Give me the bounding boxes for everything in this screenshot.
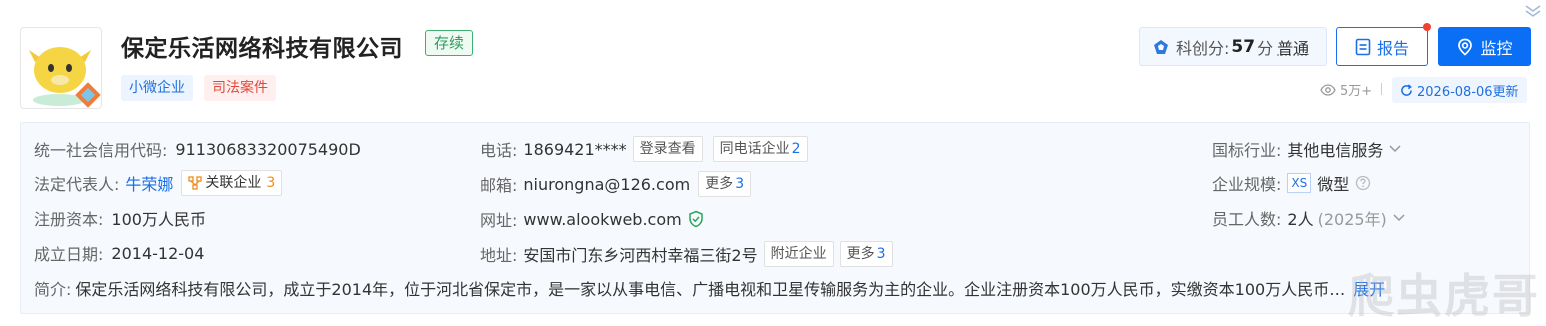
founded-label: 成立日期: — [34, 245, 104, 264]
notification-dot — [1423, 23, 1431, 31]
help-circle-icon[interactable] — [1355, 175, 1371, 191]
refresh-icon — [1401, 83, 1412, 96]
tag-judicial-cases[interactable]: 司法案件 — [204, 75, 276, 101]
email-more-button[interactable]: 更多 3 — [698, 171, 752, 197]
update-text: 2026-08-06更新 — [1417, 84, 1519, 100]
scale-badge: XS — [1287, 173, 1312, 193]
status-badge: 存续 — [425, 30, 474, 56]
address-more-button[interactable]: 更多 3 — [839, 241, 893, 267]
chevron-down-icon — [1393, 214, 1405, 222]
capital-row: 注册资本: 100万人民币 — [34, 206, 206, 230]
intro-label: 简介: — [34, 280, 72, 299]
website-link[interactable]: www.alookweb.com — [523, 210, 681, 229]
related-network-icon — [188, 176, 203, 190]
credit-code-value: 91130683320075490D — [175, 139, 361, 159]
phone-value: 1869421**** — [523, 139, 627, 159]
legal-rep-row: 法定代表人: 牛荣娜 关联企业 3 — [34, 170, 283, 196]
score-label: 科创分: — [1176, 38, 1230, 58]
chevron-down-icon — [1389, 145, 1401, 153]
address-more-count: 3 — [876, 246, 886, 262]
founded-row: 成立日期: 2014-12-04 — [34, 241, 204, 265]
view-count-text: 5万+ — [1340, 84, 1373, 99]
staff-label: 员工人数: — [1212, 210, 1282, 229]
score-value: 57 — [1231, 36, 1256, 57]
corner-expand-icon[interactable] — [1524, 2, 1542, 18]
related-companies-button[interactable]: 关联企业 3 — [181, 170, 283, 196]
same-phone-label: 同电话企业 — [719, 141, 790, 157]
divider — [1381, 83, 1382, 95]
legal-rep-link[interactable]: 牛荣娜 — [125, 171, 173, 195]
scale-row: 企业规模: XS 微型 — [1212, 171, 1371, 195]
capital-label: 注册资本: — [34, 210, 104, 229]
score-unit: 分 — [1257, 38, 1274, 58]
email-row: 邮箱: niurongna@126.com 更多 3 — [480, 171, 752, 197]
view-count: 5万+ — [1320, 80, 1372, 99]
company-name: 保定乐活网络科技有限公司 — [121, 36, 403, 62]
mascot-logo — [29, 47, 101, 108]
website-label: 网址: — [480, 211, 518, 230]
address-row: 地址: 安国市门东乡河西村幸福三街2号 附近企业 更多 3 — [480, 241, 893, 267]
phone-row: 电话: 1869421**** 登录查看 同电话企业 2 — [480, 136, 808, 162]
phone-label: 电话: — [480, 141, 518, 160]
scale-label: 企业规模: — [1212, 175, 1282, 194]
founded-value: 2014-12-04 — [111, 243, 205, 263]
diamond-icon — [1154, 39, 1168, 54]
email-label: 邮箱: — [480, 176, 518, 195]
credit-code-label: 统一社会信用代码: — [34, 141, 168, 160]
intro-row: 简介: 保定乐活网络科技有限公司，成立于2014年，位于河北省保定市，是一家以从… — [34, 276, 1514, 300]
staff-value: 2人 — [1287, 210, 1314, 229]
staff-row[interactable]: 员工人数: 2人 (2025年) — [1212, 206, 1406, 230]
related-label: 关联企业 — [205, 175, 262, 191]
industry-row[interactable]: 国标行业: 其他电信服务 — [1212, 137, 1402, 161]
staff-year: (2025年) — [1317, 210, 1387, 229]
industry-value: 其他电信服务 — [1287, 141, 1384, 160]
credit-code-row: 统一社会信用代码: 91130683320075490D — [34, 137, 361, 161]
email-value[interactable]: niurongna@126.com — [523, 175, 690, 194]
nearby-companies-button[interactable]: 附近企业 — [763, 241, 834, 267]
scale-value: 微型 — [1317, 175, 1350, 194]
monitor-label: 监控 — [1480, 38, 1513, 58]
verified-shield-icon — [688, 210, 703, 228]
update-button[interactable]: 2026-08-06更新 — [1392, 77, 1527, 103]
address-more-label: 更多 — [846, 246, 875, 262]
same-phone-count: 2 — [791, 141, 801, 157]
login-to-view-button[interactable]: 登录查看 — [632, 136, 703, 162]
score-level: 普通 — [1277, 38, 1310, 58]
legal-rep-label: 法定代表人: — [34, 175, 120, 194]
related-count: 3 — [266, 175, 276, 191]
monitor-button[interactable]: 监控 — [1438, 27, 1531, 66]
monitor-icon — [1458, 38, 1473, 56]
tag-small-business[interactable]: 小微企业 — [121, 75, 193, 101]
address-label: 地址: — [480, 246, 518, 265]
report-label: 报告 — [1376, 38, 1409, 58]
website-row: 网址: www.alookweb.com — [480, 206, 705, 232]
same-phone-companies-button[interactable]: 同电话企业 2 — [712, 136, 808, 162]
email-more-count: 3 — [735, 176, 745, 192]
report-button[interactable]: 报告 — [1336, 27, 1428, 66]
eye-icon — [1320, 83, 1336, 96]
industry-label: 国标行业: — [1212, 141, 1282, 160]
email-more-label: 更多 — [705, 176, 734, 192]
intro-text: 保定乐活网络科技有限公司，成立于2014年，位于河北省保定市，是一家以从事电信、… — [75, 280, 1346, 299]
company-logo — [20, 27, 102, 109]
address-value: 安国市门东乡河西村幸福三街2号 — [523, 246, 758, 265]
capital-value: 100万人民币 — [111, 210, 206, 229]
report-icon — [1355, 38, 1371, 55]
watermark: 爬虫虎哥 — [1348, 269, 1540, 323]
tech-score-box[interactable]: 科创分: 57 分 普通 — [1139, 27, 1327, 66]
